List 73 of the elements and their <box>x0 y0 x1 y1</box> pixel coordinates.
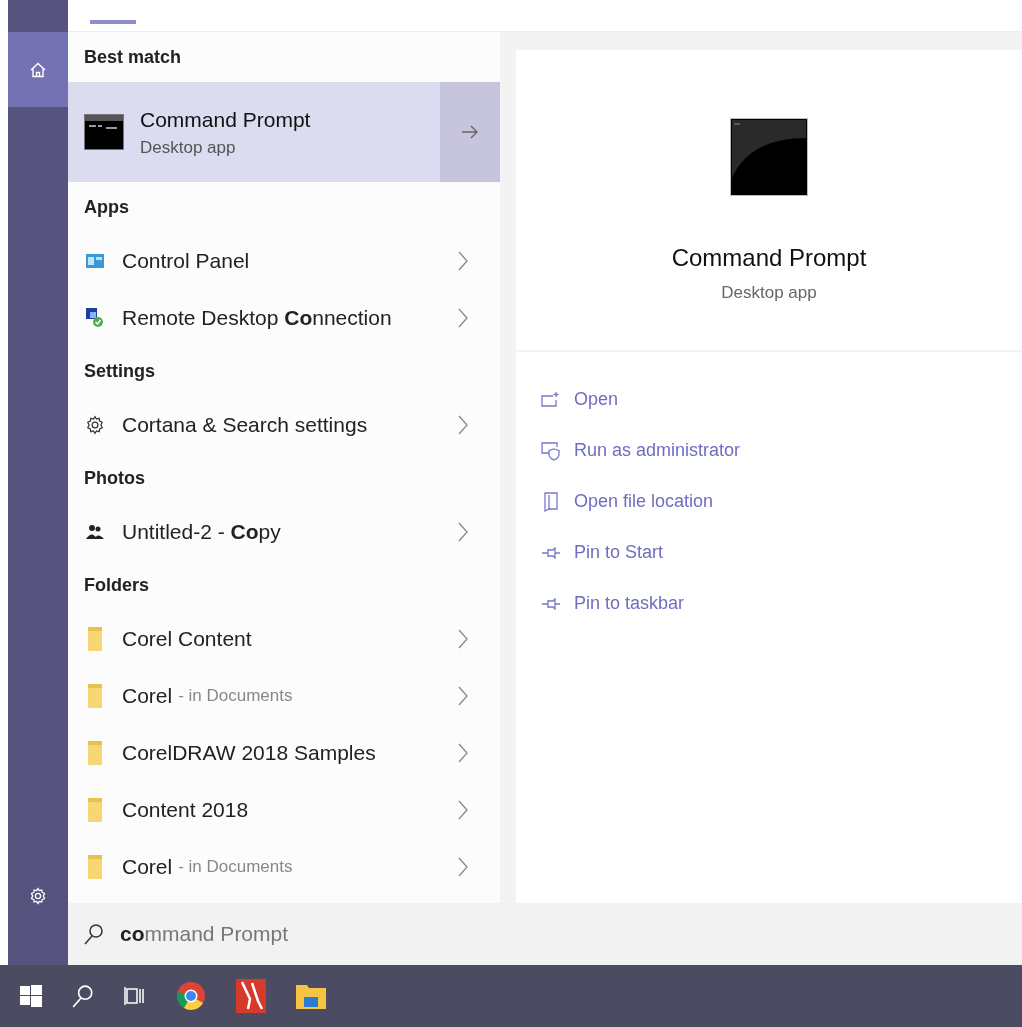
section-heading: Photos <box>83 466 146 490</box>
action-link[interactable]: Pin to taskbar <box>540 578 1022 629</box>
folder-icon <box>88 683 102 708</box>
result-title: Corel <box>122 853 173 880</box>
action-link[interactable]: Pin to Start <box>540 527 1022 578</box>
shield-window-icon <box>541 440 561 461</box>
chevron-right-icon <box>458 521 468 542</box>
folder-icon <box>88 626 102 651</box>
home-icon <box>29 60 47 79</box>
section-heading: Best match <box>83 45 183 69</box>
result-item[interactable]: Untitled-2 - Copy <box>68 503 500 560</box>
result-title: Control Panel <box>122 247 250 274</box>
action-link[interactable]: Open file location <box>540 476 1022 527</box>
tab-indicator <box>90 20 136 24</box>
result-title: Corel <box>122 682 173 709</box>
result-item[interactable]: Corel Content <box>68 610 500 667</box>
result-item[interactable]: Cortana & Search settings <box>68 396 500 453</box>
people-icon <box>86 523 104 540</box>
search-field[interactable]: command Prompt <box>68 903 1022 965</box>
console-icon <box>730 118 808 196</box>
folder-icon <box>88 740 102 765</box>
search-icon[interactable] <box>72 984 94 1008</box>
chevron-right-icon <box>458 742 468 763</box>
result-title: Corel Content <box>122 625 252 652</box>
result-item[interactable]: CorelDRAW 2018 Samples <box>68 724 500 781</box>
result-title: Content 2018 <box>122 796 249 823</box>
chrome-icon[interactable] <box>176 981 206 1011</box>
section-heading: Settings <box>83 359 156 383</box>
result-item[interactable]: Corel - in Documents <box>68 667 500 724</box>
result-title: CorelDRAW 2018 Samples <box>122 739 376 766</box>
chevron-right-icon <box>458 685 468 706</box>
action-link[interactable]: Open <box>540 374 1022 425</box>
chevron-right-icon <box>458 628 468 649</box>
chevron-right-icon <box>458 414 468 435</box>
result-subtitle: Desktop app <box>140 137 237 159</box>
section-heading: Folders <box>83 573 150 597</box>
task-view-icon[interactable] <box>124 985 146 1007</box>
control-panel-icon <box>86 253 104 268</box>
windows-logo-icon[interactable] <box>20 985 42 1007</box>
result-title: Remote Desktop Connection <box>122 304 392 331</box>
app-icon[interactable] <box>236 979 266 1013</box>
action-link[interactable]: Run as administrator <box>540 425 1022 476</box>
search-text: command Prompt <box>120 921 289 948</box>
search-icon <box>84 923 104 945</box>
result-location: - in Documents <box>178 684 293 707</box>
result-item[interactable]: Corel - in Documents <box>68 838 500 895</box>
result-item[interactable]: Content 2018 <box>68 781 500 838</box>
section-heading: Apps <box>83 195 130 219</box>
folder-icon <box>88 854 102 879</box>
preview-title: Command Prompt <box>671 243 867 273</box>
gear-icon <box>85 414 105 435</box>
file-location-icon <box>543 491 559 512</box>
preview-subtitle: Desktop app <box>721 282 817 304</box>
result-item[interactable]: Control Panel <box>68 232 500 289</box>
open-window-icon <box>541 390 561 409</box>
result-title: Cortana & Search settings <box>122 411 368 438</box>
result-title: Untitled-2 - Copy <box>122 518 281 545</box>
arrow-right-icon <box>461 125 479 139</box>
chevron-right-icon <box>458 307 468 328</box>
chevron-right-icon <box>458 799 468 820</box>
result-location: - in Documents <box>178 855 293 878</box>
file-explorer-icon[interactable] <box>296 983 326 1009</box>
result-item[interactable]: Command Prompt Desktop app <box>68 82 440 182</box>
settings-icon <box>29 886 47 905</box>
console-icon <box>84 114 124 150</box>
pin-icon <box>541 597 561 610</box>
pin-icon <box>541 546 561 559</box>
folder-icon <box>88 797 102 822</box>
remote-desktop-icon <box>86 307 104 328</box>
result-item[interactable]: Remote Desktop Connection <box>68 289 500 346</box>
chevron-right-icon <box>458 856 468 877</box>
result-title: Command Prompt <box>140 106 311 133</box>
chevron-right-icon <box>458 250 468 271</box>
